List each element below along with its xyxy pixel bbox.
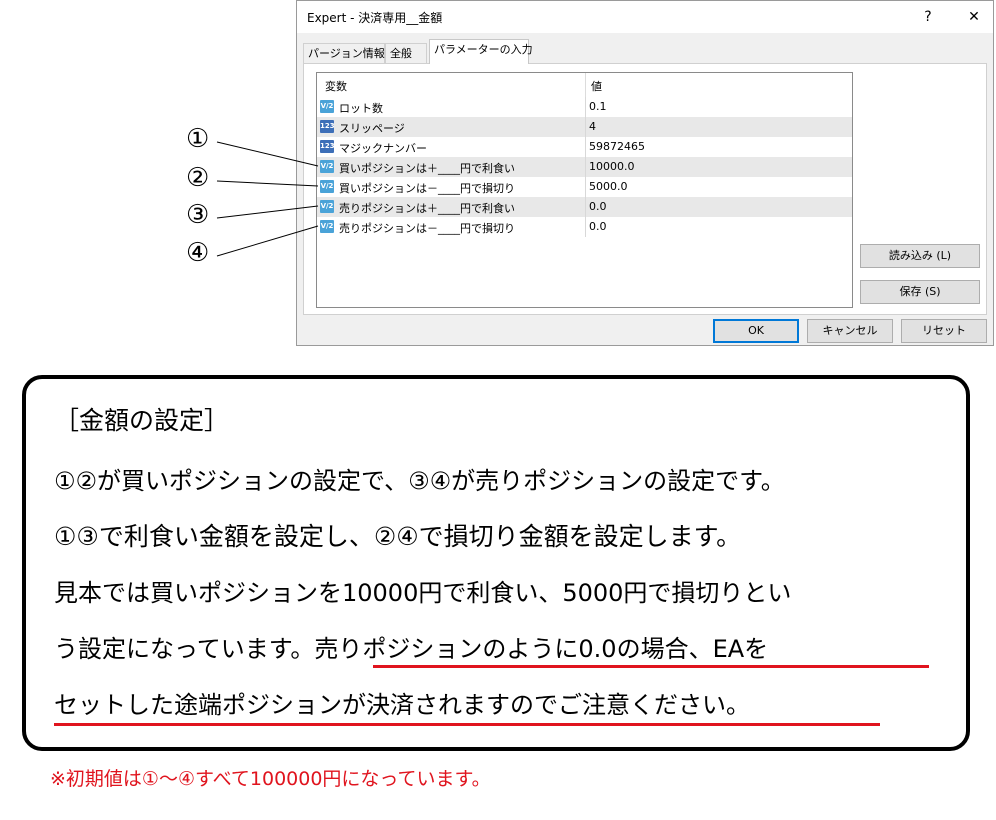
callout-line-5: セットした途端ポジションが決済されますのでご注意ください。 xyxy=(54,691,750,719)
callout-line-4-emphasis: 売りポジションのように0.0の場合、EAを xyxy=(314,635,769,663)
marker-3: ③ xyxy=(186,200,210,230)
callout-line-4-plain: う設定になっています。 xyxy=(54,635,315,663)
tab-input-parameters[interactable]: パラメーターの入力 xyxy=(429,39,533,64)
leader-line-1 xyxy=(216,141,319,167)
leader-line-2 xyxy=(216,180,319,187)
default-value-note: ※初期値は①～④すべて100000円になっています。 xyxy=(50,768,491,790)
warning-underline-2 xyxy=(54,723,880,726)
marker-1: ① xyxy=(186,124,210,154)
callout-line-3: 見本では買いポジションを10000円で利食い、5000円で損切りとい xyxy=(54,579,792,607)
callout-line-2: ①③で利食い金額を設定し、②④で損切り金額を設定します。 xyxy=(54,522,742,551)
marker-2: ② xyxy=(186,163,210,193)
callout-heading: ［金額の設定］ xyxy=(54,406,230,435)
leader-line-4 xyxy=(216,225,319,257)
explanation-callout: ［金額の設定］ ①②が買いポジションの設定で、③④が売りポジションの設定です。 … xyxy=(22,375,970,751)
callout-line-1: ①②が買いポジションの設定で、③④が売りポジションの設定です。 xyxy=(54,467,785,495)
leader-line-3 xyxy=(216,205,319,219)
marker-4: ④ xyxy=(186,238,210,268)
warning-underline-1 xyxy=(373,665,929,668)
callout-line-4: う設定になっています。売りポジションのように0.0の場合、EAを xyxy=(54,629,768,664)
